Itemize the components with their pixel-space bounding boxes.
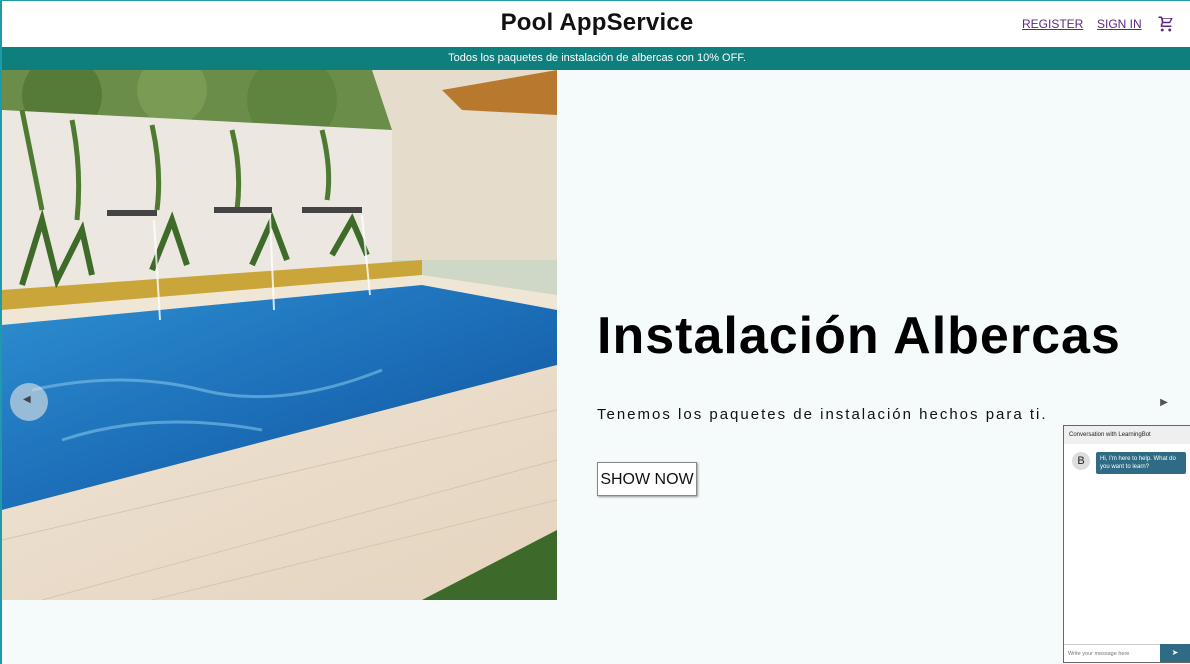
carousel-prev-button[interactable]: ◀ <box>10 383 48 421</box>
promo-banner: Todos los paquetes de instalación de alb… <box>2 47 1190 70</box>
send-icon: ➤ <box>1171 648 1179 657</box>
chevron-left-icon: ◀ <box>23 394 31 405</box>
signin-link[interactable]: SIGN IN <box>1097 17 1142 31</box>
chevron-right-icon: ▶ <box>1160 397 1168 408</box>
hero-pool-image <box>2 70 557 600</box>
site-header: Pool AppService REGISTER SIGN IN <box>2 0 1190 47</box>
hero-title: Instalación Albercas <box>597 307 1121 365</box>
show-now-button[interactable]: SHOW NOW <box>597 462 697 496</box>
carousel-next-button[interactable]: ▶ <box>1154 393 1174 413</box>
bot-avatar: B <box>1072 452 1090 470</box>
register-link[interactable]: REGISTER <box>1022 17 1083 31</box>
hero-subtitle: Tenemos los paquetes de instalación hech… <box>597 406 1048 423</box>
brand-title[interactable]: Pool AppService <box>2 9 1190 37</box>
chat-title: Conversation with LearningBot <box>1064 426 1190 444</box>
bot-message: Hi, I'm here to help. What do you want t… <box>1096 452 1186 474</box>
chat-send-button[interactable]: ➤ <box>1160 644 1190 662</box>
chat-message-input[interactable] <box>1064 644 1160 662</box>
chat-widget: Conversation with LearningBot B Hi, I'm … <box>1063 425 1190 663</box>
cart-icon[interactable] <box>1157 15 1175 33</box>
